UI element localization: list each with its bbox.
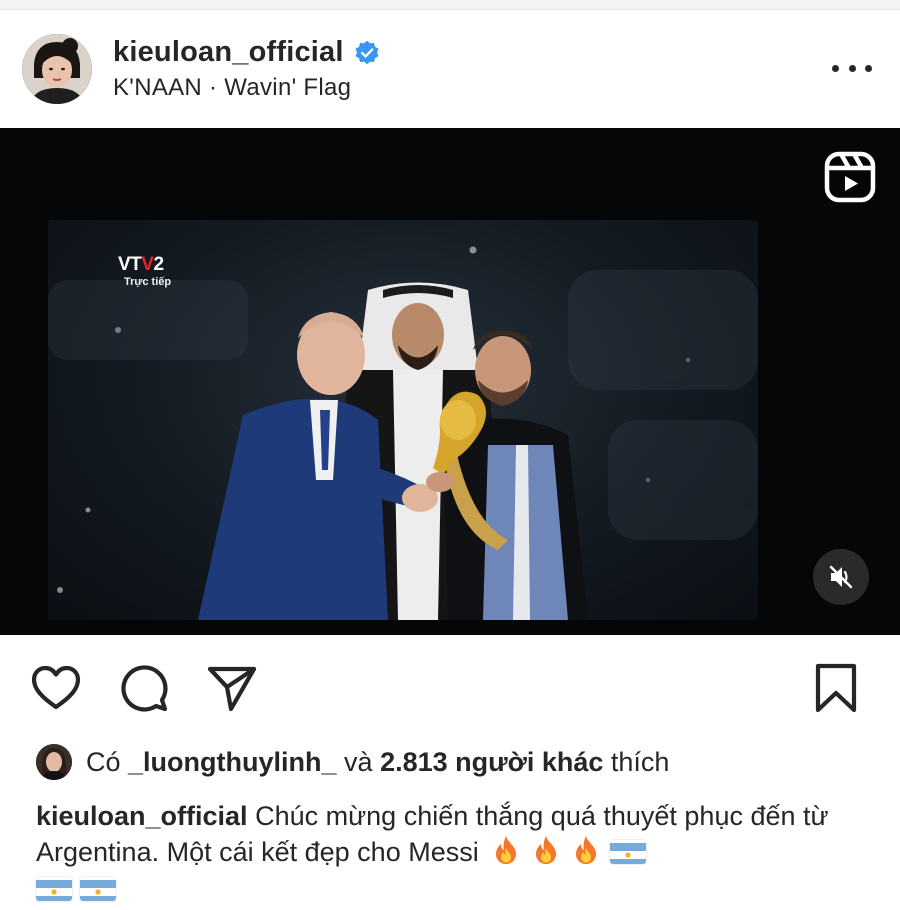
likes-summary[interactable]: Có _luongthuylinh_ và 2.813 người khác t… — [36, 740, 669, 784]
tv-logo-prefix: VT — [118, 254, 142, 275]
tv-live-label: Trực tiếp — [124, 276, 172, 288]
post-header: kieuloan_official K'NAAN · Wavin' Flag — [0, 10, 900, 128]
mute-toggle-button[interactable] — [813, 549, 869, 605]
user-avatar[interactable] — [22, 34, 92, 104]
tv-logo-v: V — [141, 254, 154, 275]
likes-prefix: Có — [86, 746, 129, 777]
comment-icon[interactable] — [118, 662, 170, 714]
fire-emoji-icon — [490, 834, 522, 871]
tv-channel-logo: VTV2 — [118, 254, 164, 276]
more-dot — [832, 64, 839, 72]
speaker-muted-icon — [829, 565, 853, 589]
share-send-icon[interactable] — [206, 662, 258, 714]
post-caption: kieuloan_official Chúc mừng chiến thắng … — [36, 798, 876, 907]
argentina-flag-icon — [36, 877, 72, 901]
music-label[interactable]: K'NAAN · Wavin' Flag — [113, 74, 351, 102]
post-actions-bar — [0, 635, 900, 740]
more-dot — [865, 64, 872, 72]
caption-username[interactable]: kieuloan_official — [36, 801, 248, 831]
likes-count[interactable]: 2.813 người khác — [380, 747, 603, 777]
fire-emoji-icon — [570, 834, 602, 871]
tv-logo-number: 2 — [153, 254, 164, 275]
liker-avatar[interactable] — [36, 744, 72, 780]
more-options-icon[interactable] — [832, 60, 872, 76]
likes-text: Có _luongthuylinh_ và 2.813 người khác t… — [86, 747, 669, 778]
liker-username[interactable]: _luongthuylinh_ — [128, 747, 337, 777]
top-divider — [0, 0, 900, 10]
video-frame: VTV2 Trực tiếp — [48, 220, 758, 620]
username-row: kieuloan_official — [113, 36, 380, 69]
more-dot — [848, 64, 856, 72]
fire-emoji-icon — [530, 834, 562, 871]
argentina-flag-icon — [80, 877, 116, 901]
like-heart-icon[interactable] — [30, 662, 82, 714]
post-username[interactable]: kieuloan_official — [113, 36, 344, 69]
bookmark-save-icon[interactable] — [810, 662, 862, 714]
reels-icon — [824, 151, 876, 203]
likes-suffix: thích — [603, 746, 670, 777]
argentina-flag-icon — [610, 840, 647, 864]
post-media-video[interactable]: VTV2 Trực tiếp — [0, 128, 900, 635]
likes-middle: và — [336, 746, 381, 777]
verified-badge-icon — [354, 40, 380, 66]
